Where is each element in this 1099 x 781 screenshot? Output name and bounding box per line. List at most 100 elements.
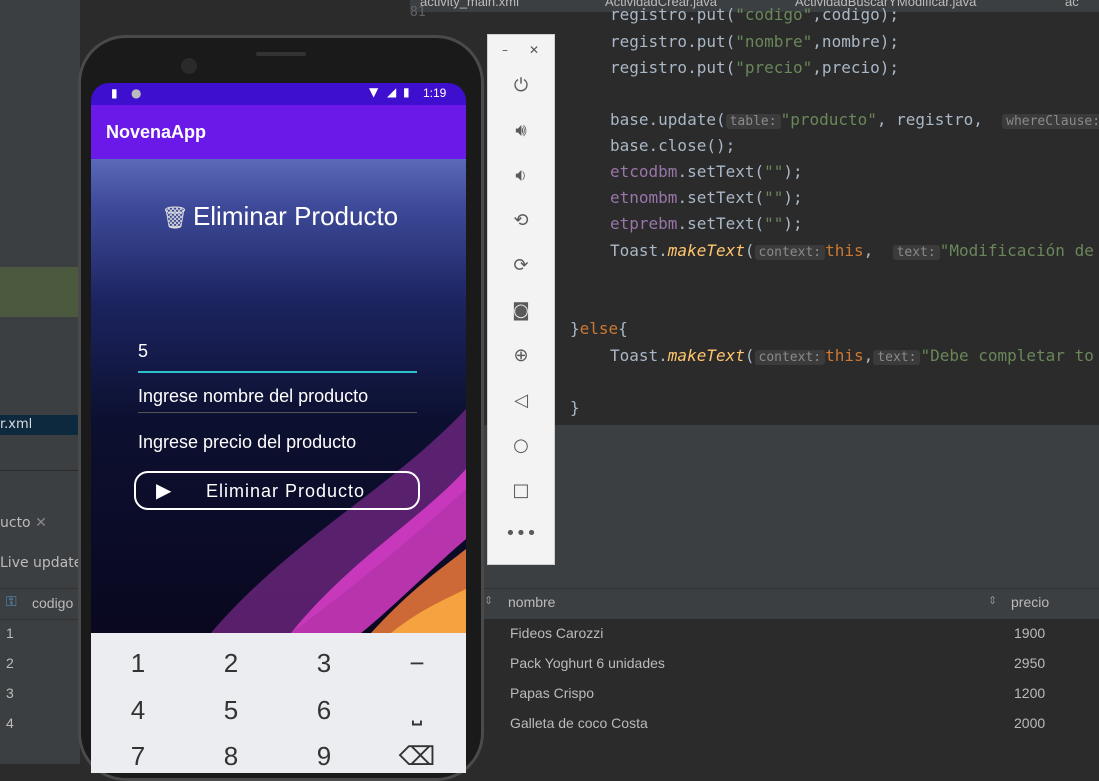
key-minus[interactable]: − <box>387 648 447 679</box>
code-line: registro.put("precio",precio); <box>610 58 899 77</box>
table-cell[interactable]: 1900 <box>1014 625 1045 641</box>
precio-input[interactable]: Ingrese precio del producto <box>138 432 417 458</box>
nombre-input[interactable]: Ingrese nombre del producto <box>138 386 417 413</box>
key-9[interactable]: 9 <box>294 741 354 772</box>
param-hint: context: <box>754 245 826 260</box>
rotate-right-icon[interactable]: ⟳ <box>488 255 554 276</box>
volume-up-icon[interactable]: 🔊︎ <box>488 120 554 141</box>
code-line: base.close(); <box>610 136 736 155</box>
code-input-value: 5 <box>138 341 149 361</box>
panel-divider[interactable] <box>480 425 1099 433</box>
table-cell[interactable]: 1200 <box>1014 685 1045 701</box>
row-id: 1 <box>6 625 14 641</box>
table-cell[interactable]: Papas Crispo <box>510 685 594 701</box>
page-title-text: Eliminar Producto <box>192 201 399 231</box>
id-column-header[interactable]: ⚿ codigo <box>0 588 80 620</box>
selected-tree-row[interactable] <box>0 267 80 317</box>
sort-icon[interactable]: ⇕ <box>484 594 493 607</box>
db-tab[interactable]: ucto ✕ <box>0 515 47 531</box>
table-cell[interactable]: Pack Yoghurt 6 unidades <box>510 655 665 671</box>
column-header-precio[interactable]: precio <box>1011 594 1049 610</box>
row-id: 4 <box>6 715 14 731</box>
table-cell[interactable]: Fideos Carozzi <box>510 625 603 641</box>
file-label: r.xml <box>0 417 33 432</box>
play-icon: ▶ <box>156 480 172 502</box>
battery-icon: ▮ <box>403 85 410 99</box>
table-cell[interactable]: 2950 <box>1014 655 1045 671</box>
param-hint: table: <box>725 114 781 129</box>
minimize-icon[interactable]: – <box>502 43 508 57</box>
precio-input-placeholder: Ingrese precio del producto <box>138 432 357 452</box>
phone-screen: ▮ ● ▼ ◢ ▮ 1:19 NovenaApp 🗑︎ Eliminar Prod… <box>91 83 466 773</box>
key-backspace[interactable]: ⌫ <box>387 741 447 772</box>
row-id: 3 <box>6 685 14 701</box>
delete-button-label: Eliminar Producto <box>206 481 366 501</box>
code-line: }else{ <box>570 319 628 338</box>
table-cell[interactable]: Galleta de coco Costa <box>510 715 648 731</box>
rotate-left-icon[interactable]: ⟲ <box>488 210 554 231</box>
more-icon[interactable]: ••• <box>488 523 554 544</box>
code-input[interactable]: 5 <box>138 341 417 373</box>
zoom-icon[interactable]: ⊕ <box>488 345 554 366</box>
table-cell[interactable]: 2000 <box>1014 715 1045 731</box>
speaker-grille <box>256 52 306 56</box>
db-tab-label: ucto <box>0 515 31 531</box>
key-icon: ⚿ <box>6 594 17 610</box>
page-title: 🗑︎ Eliminar Producto <box>161 201 398 232</box>
key-7[interactable]: 7 <box>108 741 168 772</box>
clock: 1:19 <box>423 86 447 100</box>
power-icon[interactable]: ⏻ <box>488 75 554 96</box>
key-8[interactable]: 8 <box>201 741 261 772</box>
sort-icon[interactable]: ⇕ <box>988 594 997 607</box>
table-header <box>480 588 1099 620</box>
param-hint: text: <box>892 245 940 260</box>
key-6[interactable]: 6 <box>294 695 354 726</box>
code-line: Toast.makeText(context: this, text: "Debe c… <box>610 346 1094 365</box>
code-line: registro.put("codigo",codigo); <box>610 5 899 24</box>
code-line: } <box>570 398 580 417</box>
wifi-icon: ▼ <box>369 85 379 99</box>
overview-icon[interactable]: □ <box>488 480 554 501</box>
project-file-item[interactable]: r.xml <box>0 415 80 435</box>
id-column-label: codigo <box>32 595 74 611</box>
camera-icon[interactable]: ◙ <box>488 300 554 321</box>
key-5[interactable]: 5 <box>201 695 261 726</box>
home-icon[interactable]: ○ <box>488 435 554 456</box>
camera-lens <box>181 58 197 74</box>
code-line: base.update(table: "producto", registro, … <box>610 110 1099 129</box>
code-line: Toast.makeText(context: this, text: "Modif… <box>610 241 1094 260</box>
status-bar: ▮ ● ▼ ◢ ▮ 1:19 <box>91 83 466 105</box>
key-2[interactable]: 2 <box>201 648 261 679</box>
close-icon[interactable]: ✕ <box>529 43 539 57</box>
app-title: NovenaApp <box>106 122 207 142</box>
key-space[interactable]: ⎵ <box>387 695 447 727</box>
sd-card-icon: ▮ <box>111 86 118 100</box>
volume-down-icon[interactable]: 🔉︎ <box>488 165 554 186</box>
param-hint: context: <box>754 350 826 365</box>
close-icon[interactable]: ✕ <box>35 515 47 531</box>
back-icon[interactable]: ◁ <box>488 390 554 411</box>
code-editor[interactable]: registro.put("codigo",codigo); registro.… <box>560 5 1099 425</box>
line-number: 81 <box>410 5 426 20</box>
code-line: etprebm.setText(""); <box>610 214 803 233</box>
column-header-nombre[interactable]: nombre <box>508 594 555 610</box>
key-4[interactable]: 4 <box>108 695 168 726</box>
code-line: etnombm.setText(""); <box>610 188 803 207</box>
param-hint: whereClause: <box>1002 114 1099 129</box>
notification-dot-icon: ● <box>131 86 142 100</box>
signal-icon: ◢ <box>387 85 397 99</box>
delete-product-button[interactable]: ▶ Eliminar Producto <box>134 471 420 510</box>
live-updates-label: Live updates <box>0 555 90 571</box>
emulator-toolbar: – ✕ ⏻ 🔊︎ 🔉︎ ⟲ ⟳ ◙ ⊕ ◁ ○ □ ••• <box>487 34 555 565</box>
key-3[interactable]: 3 <box>294 648 354 679</box>
code-line: registro.put("nombre",nombre); <box>610 32 899 51</box>
trash-icon: 🗑︎ <box>161 205 189 230</box>
code-line: etcodbm.setText(""); <box>610 162 803 181</box>
numeric-keypad: 1 2 3 − 4 5 6 ⎵ 7 8 9 ⌫ <box>91 633 466 773</box>
row-id: 2 <box>6 655 14 671</box>
nombre-input-placeholder: Ingrese nombre del producto <box>138 386 369 406</box>
live-updates-checkbox[interactable]: Live updates <box>0 555 90 571</box>
key-1[interactable]: 1 <box>108 648 168 679</box>
line-gutter: 81 <box>410 5 470 20</box>
param-hint: text: <box>873 350 921 365</box>
